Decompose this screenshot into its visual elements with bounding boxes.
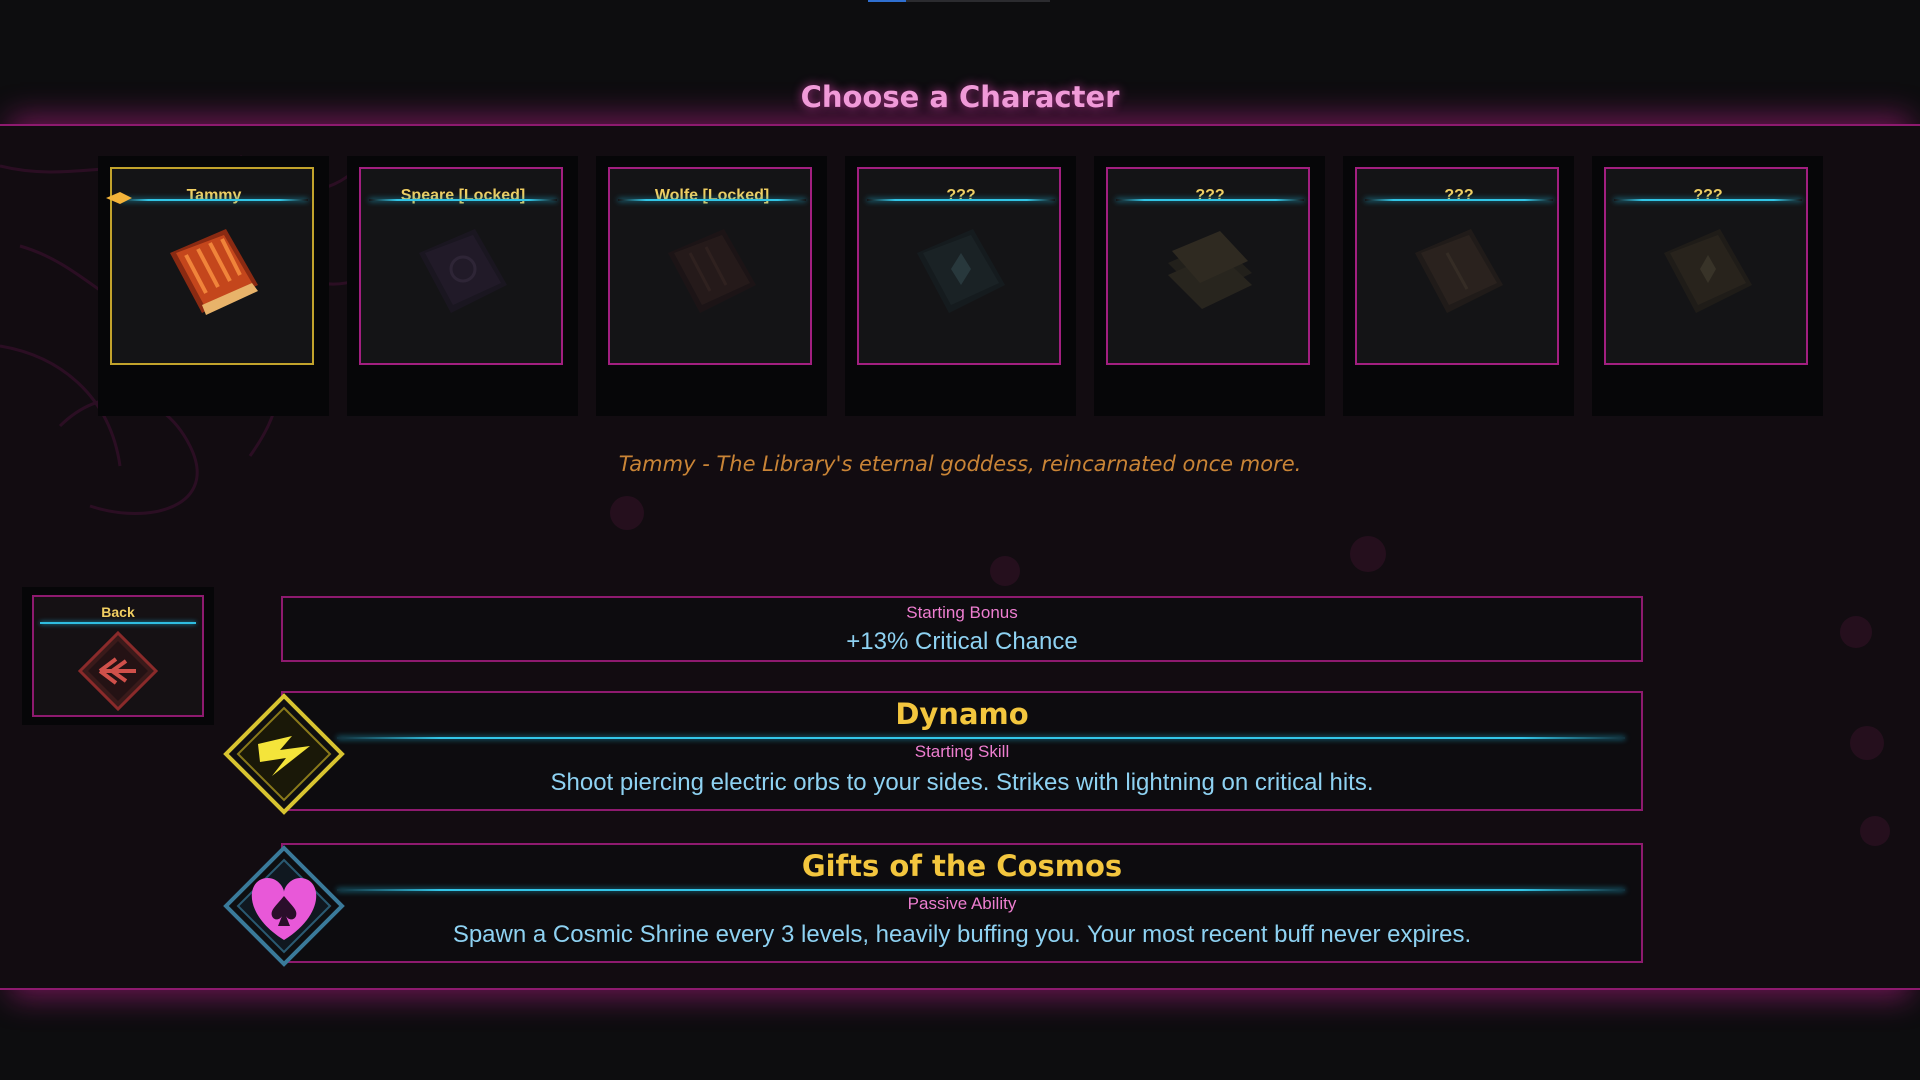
character-name: Speare [Locked] (400, 187, 526, 204)
skill-type: Passive Ability (907, 894, 1017, 913)
passive-ability-panel: Gifts of the Cosmos Passive Ability Spaw… (281, 843, 1643, 963)
card-divider (867, 199, 1055, 201)
card-frame: Speare [Locked] (359, 167, 563, 365)
character-name: ??? (1444, 187, 1474, 204)
card-divider (120, 199, 308, 201)
starting-skill-panel: Dynamo Starting Skill Shoot piercing ele… (281, 691, 1643, 811)
skill-name: Dynamo (895, 697, 1029, 731)
teal-book-icon (917, 229, 1005, 313)
bokeh-dot (1860, 816, 1890, 846)
top-tab-indicator (868, 0, 1050, 2)
card-divider (1116, 199, 1304, 201)
card-frame: Tammy (106, 167, 314, 365)
dark-purple-book-icon (419, 229, 507, 313)
character-name: ??? (946, 187, 976, 204)
character-card-tammy[interactable]: Tammy (98, 156, 329, 416)
character-card-speare[interactable]: Speare [Locked] (347, 156, 578, 416)
character-description: Tammy - The Library's eternal goddess, r… (618, 452, 1302, 476)
card-divider (618, 199, 806, 201)
top-tab-active-segment (868, 0, 906, 2)
card-divider (369, 199, 557, 201)
card-divider (1365, 199, 1553, 201)
skill-type: Starting Skill (914, 742, 1010, 761)
selection-pointer-icon (106, 192, 132, 204)
dark-red-book-icon (668, 229, 756, 313)
bokeh-dot (1840, 616, 1872, 648)
skill-divider (337, 889, 1625, 891)
character-card-unknown-2[interactable]: ??? (1094, 156, 1325, 416)
bokeh-dot (1350, 536, 1386, 572)
back-button[interactable]: Back (22, 587, 214, 725)
brown-book-icon (1415, 229, 1503, 313)
bokeh-dot (610, 496, 644, 530)
character-card-unknown-3[interactable]: ??? (1343, 156, 1574, 416)
starting-bonus-value: +13% Critical Chance (846, 628, 1078, 655)
gold-book-icon (1664, 229, 1752, 313)
page-title: Choose a Character (800, 80, 1120, 114)
card-divider (1614, 199, 1802, 201)
lightning-icon (223, 693, 345, 815)
back-label: Back (101, 604, 135, 620)
card-frame: ??? (857, 167, 1061, 365)
skill-name: Gifts of the Cosmos (801, 849, 1123, 883)
character-card-wolfe[interactable]: Wolfe [Locked] (596, 156, 827, 416)
character-name: Tammy (186, 187, 242, 204)
starting-bonus-panel: Starting Bonus +13% Critical Chance (281, 596, 1643, 662)
stacked-books-icon (1168, 231, 1252, 309)
heart-spade-icon (223, 845, 345, 967)
starting-bonus-label: Starting Bonus (906, 603, 1018, 622)
skill-description: Spawn a Cosmic Shrine every 3 levels, he… (452, 921, 1472, 948)
character-name: ??? (1195, 187, 1225, 204)
card-frame: ??? (1106, 167, 1310, 365)
card-frame: Wolfe [Locked] (608, 167, 812, 365)
character-card-unknown-4[interactable]: ??? (1592, 156, 1823, 416)
bokeh-dot (1850, 726, 1884, 760)
character-name: Wolfe [Locked] (654, 187, 770, 204)
bokeh-dot (990, 556, 1020, 586)
back-divider (40, 622, 196, 624)
character-name: ??? (1693, 187, 1723, 204)
skill-divider (337, 737, 1625, 739)
back-frame: Back (32, 595, 204, 717)
red-book-icon (170, 229, 258, 315)
back-arrow-icon (78, 631, 158, 711)
skill-description: Shoot piercing electric orbs to your sid… (550, 769, 1374, 796)
character-card-unknown-1[interactable]: ??? (845, 156, 1076, 416)
card-frame: ??? (1355, 167, 1559, 365)
card-frame: ??? (1604, 167, 1808, 365)
